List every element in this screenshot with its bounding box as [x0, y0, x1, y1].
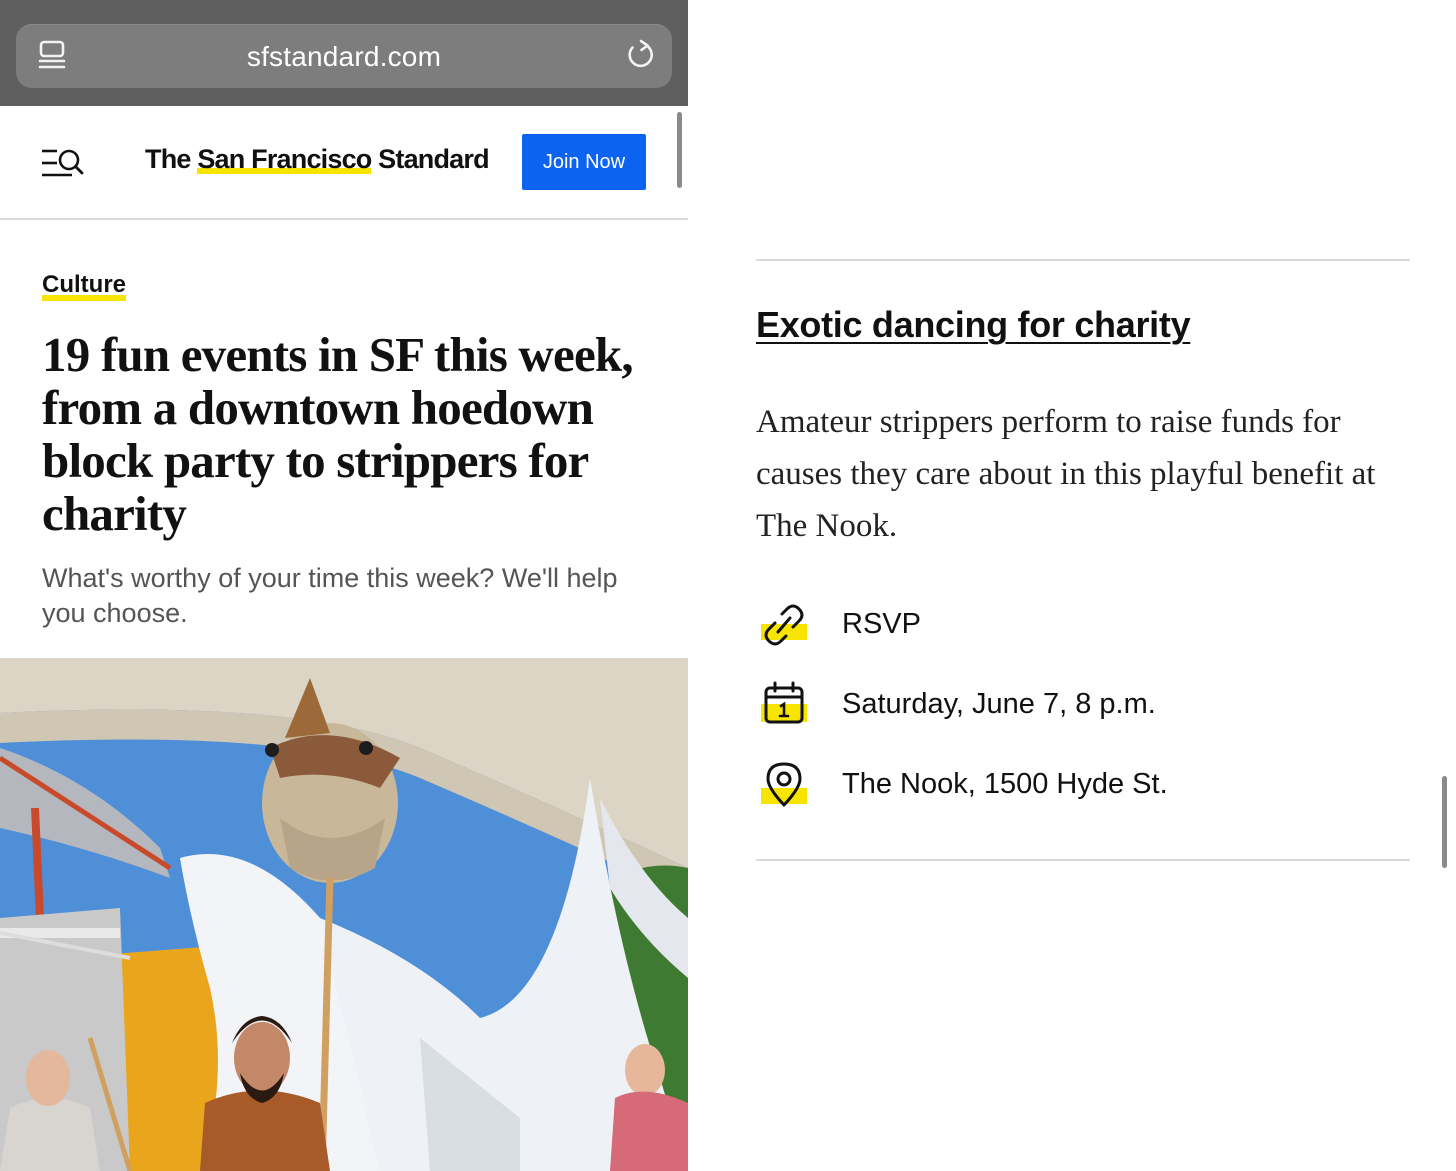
divider-bottom — [756, 859, 1410, 861]
location-row: The Nook, 1500 Hyde St. — [760, 760, 1380, 810]
date-row: Saturday, June 7, 8 p.m. — [760, 680, 1380, 730]
logo-text-1: The — [145, 144, 198, 174]
event-location: The Nook, 1500 Hyde St. — [842, 768, 1168, 800]
site-header: The San Francisco Standard Join Now — [0, 106, 688, 220]
calendar-icon — [760, 680, 810, 730]
site-logo[interactable]: The San Francisco Standard — [145, 144, 490, 175]
logo-text-highlight: San Francisco — [197, 144, 372, 174]
rsvp-label[interactable]: RSVP — [842, 608, 921, 641]
article-headline: 19 fun events in SF this week, from a do… — [42, 327, 634, 541]
link-icon — [760, 600, 810, 650]
event-description: Amateur strippers perform to raise funds… — [756, 404, 1376, 544]
logo-text-2: Standard — [371, 144, 489, 174]
map-pin-icon — [760, 760, 810, 810]
reload-icon[interactable] — [624, 38, 656, 72]
hero-image — [0, 658, 688, 1171]
browser-toolbar: sfstandard.com — [0, 0, 688, 106]
divider-top — [756, 259, 1410, 261]
menu-search-icon[interactable] — [40, 146, 86, 180]
left-panel: sfstandard.com The San Francisco Standar… — [0, 0, 688, 1171]
event-title-link[interactable]: Exotic dancing for charity — [756, 304, 1191, 346]
event-date: Saturday, June 7, 8 p.m. — [842, 688, 1156, 720]
scrollbar-right[interactable] — [1442, 776, 1447, 868]
join-now-button[interactable]: Join Now — [522, 134, 646, 190]
category-link[interactable]: Culture — [42, 271, 126, 301]
url-text[interactable]: sfstandard.com — [16, 41, 672, 73]
article-dek: What's worthy of your time this week? We… — [42, 563, 618, 628]
address-bar[interactable]: sfstandard.com — [16, 24, 672, 88]
scrollbar-left[interactable] — [677, 112, 682, 188]
right-panel: Exotic dancing for charity Amateur strip… — [688, 0, 1456, 1171]
rsvp-row[interactable]: RSVP — [760, 600, 1380, 650]
